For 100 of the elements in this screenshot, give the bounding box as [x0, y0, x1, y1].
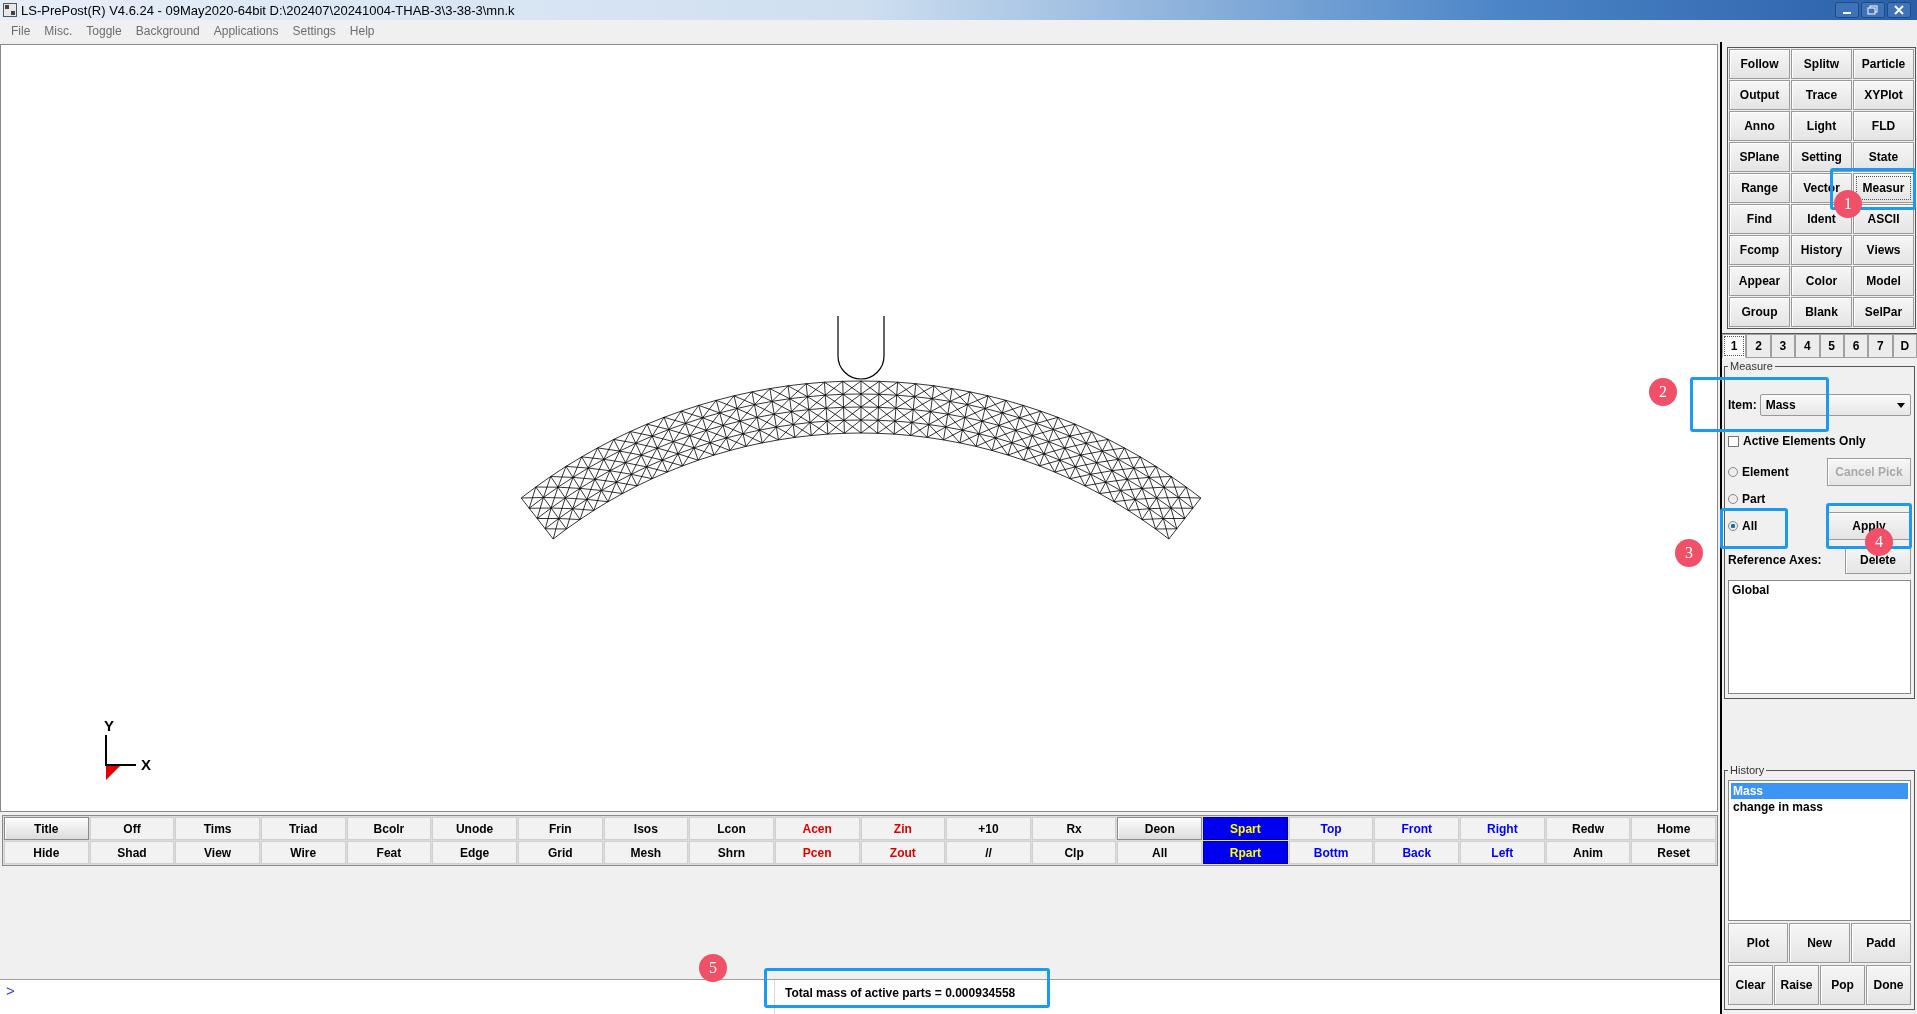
radio-label[interactable]: Element: [1742, 465, 1789, 479]
command-button[interactable]: History: [1791, 235, 1852, 265]
command-button[interactable]: Measur: [1853, 173, 1914, 203]
toolbar-button[interactable]: All: [1117, 841, 1203, 864]
page-tab[interactable]: 3: [1770, 334, 1796, 358]
toolbar-button[interactable]: Zout: [860, 841, 946, 864]
command-button[interactable]: SPlane: [1729, 142, 1790, 172]
toolbar-button[interactable]: Clp: [1031, 841, 1117, 864]
toolbar-button[interactable]: //: [946, 841, 1031, 864]
restore-icon[interactable]: [1861, 2, 1885, 18]
history-item[interactable]: change in mass: [1731, 799, 1908, 815]
command-button[interactable]: Group: [1729, 297, 1790, 327]
toolbar-button[interactable]: Shad: [89, 841, 175, 864]
toolbar-button[interactable]: View: [175, 841, 260, 864]
toolbar-button[interactable]: Edge: [432, 841, 517, 864]
toolbar-button[interactable]: Title: [4, 817, 89, 840]
command-button[interactable]: Appear: [1729, 266, 1790, 296]
checkbox[interactable]: [1728, 435, 1739, 447]
command-button[interactable]: FLD: [1853, 111, 1914, 141]
toolbar-button[interactable]: Grid: [517, 841, 603, 864]
toolbar-button[interactable]: Pcen: [774, 841, 860, 864]
toolbar-button[interactable]: Bottm: [1288, 841, 1374, 864]
menu-item[interactable]: Background: [128, 24, 207, 38]
command-button[interactable]: Setting: [1791, 142, 1852, 172]
action-button[interactable]: Plot: [1728, 923, 1789, 963]
command-button[interactable]: SelPar: [1853, 297, 1914, 327]
command-button[interactable]: Light: [1791, 111, 1852, 141]
command-button[interactable]: Find: [1729, 204, 1790, 234]
close-icon[interactable]: [1887, 2, 1911, 18]
toolbar-button[interactable]: Redw: [1545, 817, 1631, 840]
page-tab[interactable]: 6: [1843, 334, 1869, 358]
menu-item[interactable]: Help: [342, 24, 382, 38]
toolbar-button[interactable]: Back: [1374, 841, 1460, 864]
history-list[interactable]: Mass change in mass: [1728, 780, 1911, 921]
axes-list[interactable]: Global: [1728, 580, 1911, 694]
command-button[interactable]: Model: [1853, 266, 1914, 296]
menu-item[interactable]: Settings: [285, 24, 343, 38]
toolbar-button[interactable]: Rx: [1031, 817, 1117, 840]
radio-button[interactable]: [1728, 467, 1738, 477]
menu-item[interactable]: File: [4, 24, 38, 38]
command-button[interactable]: Views: [1853, 235, 1914, 265]
toolbar-button[interactable]: Bcolr: [346, 817, 432, 840]
toolbar-button[interactable]: Reset: [1631, 841, 1716, 864]
command-button[interactable]: Follow: [1729, 49, 1790, 79]
toolbar-button[interactable]: Top: [1288, 817, 1374, 840]
menu-item[interactable]: Misc.: [37, 24, 80, 38]
toolbar-button[interactable]: Rpart: [1203, 841, 1288, 864]
checkbox-label[interactable]: Active Elements Only: [1743, 434, 1866, 448]
toolbar-button[interactable]: Front: [1374, 817, 1460, 840]
action-button[interactable]: Raise: [1774, 965, 1819, 1005]
toolbar-button[interactable]: Anim: [1545, 841, 1631, 864]
list-item[interactable]: Global: [1732, 583, 1770, 597]
action-button[interactable]: Pop: [1820, 965, 1865, 1005]
toolbar-button[interactable]: Spart: [1203, 817, 1288, 840]
item-dropdown[interactable]: Mass: [1759, 394, 1911, 416]
toolbar-button[interactable]: Right: [1460, 817, 1545, 840]
command-button[interactable]: Range: [1729, 173, 1790, 203]
command-button[interactable]: Output: [1729, 80, 1790, 110]
toolbar-button[interactable]: Shrn: [689, 841, 774, 864]
minimize-icon[interactable]: [1835, 2, 1859, 18]
action-button[interactable]: Clear: [1728, 965, 1773, 1005]
page-tab[interactable]: D: [1892, 334, 1917, 358]
action-button[interactable]: Padd: [1850, 923, 1911, 963]
toolbar-button[interactable]: Wire: [260, 841, 346, 864]
toolbar-button[interactable]: Home: [1631, 817, 1716, 840]
toolbar-button[interactable]: Off: [89, 817, 175, 840]
toolbar-button[interactable]: Deon: [1117, 817, 1203, 840]
radio-label[interactable]: All: [1742, 519, 1758, 533]
page-tab[interactable]: 4: [1795, 334, 1820, 358]
menu-item[interactable]: Toggle: [79, 24, 129, 38]
toolbar-button[interactable]: Lcon: [689, 817, 774, 840]
toolbar-button[interactable]: Isos: [603, 817, 689, 840]
page-tab[interactable]: 7: [1868, 334, 1893, 358]
toolbar-button[interactable]: Mesh: [603, 841, 689, 864]
command-button[interactable]: Trace: [1791, 80, 1852, 110]
radio-button[interactable]: [1728, 494, 1738, 504]
page-tab[interactable]: 2: [1746, 334, 1771, 358]
command-button[interactable]: XYPlot: [1853, 80, 1914, 110]
command-button[interactable]: Blank: [1791, 297, 1852, 327]
toolbar-button[interactable]: Zin: [860, 817, 946, 840]
command-button[interactable]: Fcomp: [1729, 235, 1790, 265]
toolbar-button[interactable]: Triad: [260, 817, 346, 840]
page-tab[interactable]: 5: [1819, 334, 1844, 358]
radio-label[interactable]: Part: [1742, 492, 1766, 506]
action-button[interactable]: New: [1789, 923, 1850, 963]
radio-button[interactable]: [1728, 521, 1738, 531]
toolbar-button[interactable]: Unode: [432, 817, 517, 840]
toolbar-button[interactable]: Feat: [346, 841, 432, 864]
toolbar-button[interactable]: Left: [1460, 841, 1545, 864]
command-button[interactable]: Splitw: [1791, 49, 1852, 79]
toolbar-button[interactable]: Tims: [175, 817, 260, 840]
toolbar-button[interactable]: Acen: [774, 817, 860, 840]
command-button[interactable]: Particle: [1853, 49, 1914, 79]
action-button[interactable]: Done: [1866, 965, 1911, 1005]
command-button[interactable]: Color: [1791, 266, 1852, 296]
command-button[interactable]: Anno: [1729, 111, 1790, 141]
toolbar-button[interactable]: +10: [946, 817, 1031, 840]
toolbar-button[interactable]: Hide: [4, 841, 89, 864]
page-tab[interactable]: 1: [1722, 334, 1747, 358]
toolbar-button[interactable]: Frin: [517, 817, 603, 840]
